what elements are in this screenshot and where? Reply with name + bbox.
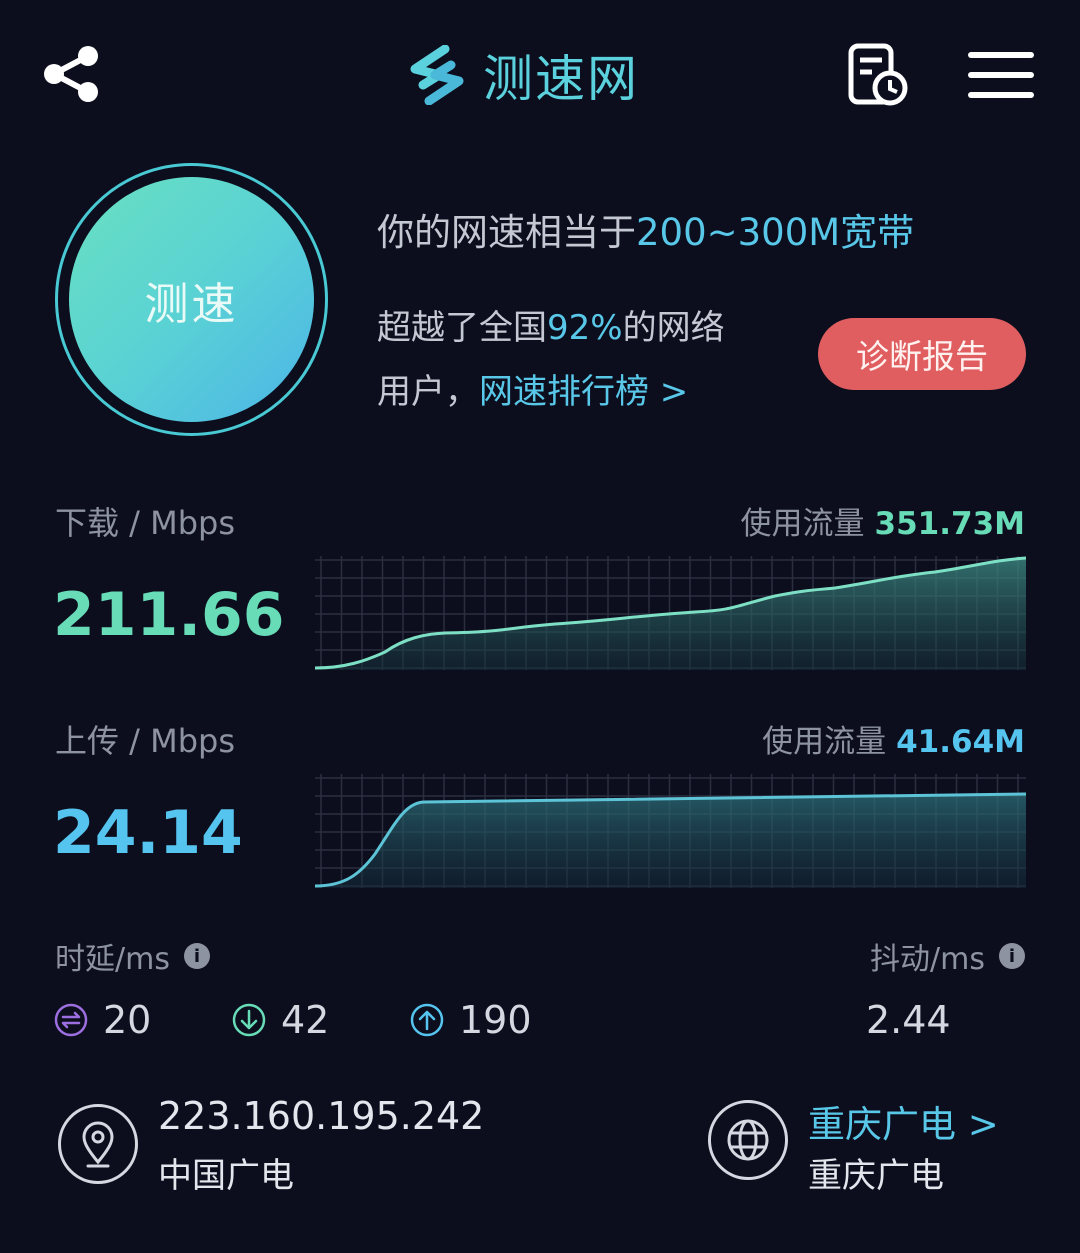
latency-idle-value: 20 [103, 998, 152, 1042]
upload-usage-label: 使用流量 [762, 724, 887, 760]
upload-speed-value: 24.14 [53, 798, 243, 868]
latency-upload: 190 [409, 998, 532, 1042]
history-button[interactable] [846, 42, 910, 108]
download-speed-chart [315, 556, 1026, 670]
download-usage-label: 使用流量 [740, 506, 865, 542]
speed-equivalent-text: 你的网速相当于200~300M宽带 [377, 202, 914, 256]
server-icon-wrap [708, 1100, 788, 1180]
latency-upload-value: 190 [459, 998, 532, 1042]
percentile-suffix: 的网络 [622, 308, 725, 348]
latency-idle: 20 [53, 998, 151, 1042]
percentile-text: 超越了全国92%的网络 [377, 300, 725, 349]
download-latency-icon [232, 1003, 266, 1037]
location-pin-icon [82, 1121, 114, 1168]
share-icon [44, 46, 98, 102]
app-logo: 测速网 [405, 40, 639, 110]
idle-latency-icon [54, 1003, 88, 1037]
menu-icon [968, 52, 1034, 98]
jitter-label: 抖动/ms i [870, 934, 1025, 978]
download-usage: 使用流量 351.73M [741, 498, 1025, 543]
speed-equivalent-prefix: 你的网速相当于 [377, 211, 636, 254]
jitter-value: 2.44 [866, 998, 951, 1042]
ranking-text: 用户，网速排行榜 > [377, 364, 688, 413]
jitter-label-text: 抖动/ms [870, 942, 985, 977]
history-icon [848, 43, 908, 106]
download-speed-value: 211.66 [53, 580, 285, 650]
percentile-value: 92% [547, 308, 623, 348]
server-select-link[interactable]: 重庆广电 > [808, 1094, 999, 1148]
server-isp: 重庆广电 [808, 1156, 944, 1196]
jitter-info-icon[interactable]: i [999, 943, 1025, 969]
upload-latency-icon [410, 1003, 444, 1037]
download-label: 下载 / Mbps [55, 504, 236, 542]
upload-label: 上传 / Mbps [55, 722, 236, 760]
latency-download: 42 [231, 998, 329, 1042]
location-icon-wrap [58, 1104, 138, 1184]
diagnose-report-button[interactable]: 诊断报告 [818, 318, 1026, 390]
client-isp: 中国广电 [158, 1156, 294, 1196]
client-ip: 223.160.195.242 [158, 1094, 485, 1138]
speed-equivalent-highlight: 200~300M宽带 [636, 211, 915, 254]
upload-usage-value: 41.64M [896, 724, 1025, 760]
percentile-prefix: 超越了全国 [377, 308, 547, 348]
globe-icon [727, 1119, 769, 1161]
upload-usage: 使用流量 41.64M [762, 716, 1025, 761]
latency-download-value: 42 [281, 998, 330, 1042]
menu-button[interactable] [968, 50, 1034, 100]
upload-speed-chart [315, 774, 1026, 888]
latency-info-icon[interactable]: i [183, 943, 210, 969]
start-test-button[interactable]: 测速 [69, 177, 314, 422]
upload-chart-area [315, 794, 1026, 888]
latency-label: 时延/ms i [55, 934, 210, 978]
app-title: 测速网 [483, 50, 639, 108]
ranking-prefix: 用户， [377, 372, 479, 412]
latency-label-text: 时延/ms [55, 942, 170, 977]
share-button[interactable] [40, 42, 104, 106]
download-usage-value: 351.73M [874, 506, 1025, 542]
logo-mark-icon [410, 45, 464, 105]
ranking-link[interactable]: 网速排行榜 > [479, 372, 688, 412]
